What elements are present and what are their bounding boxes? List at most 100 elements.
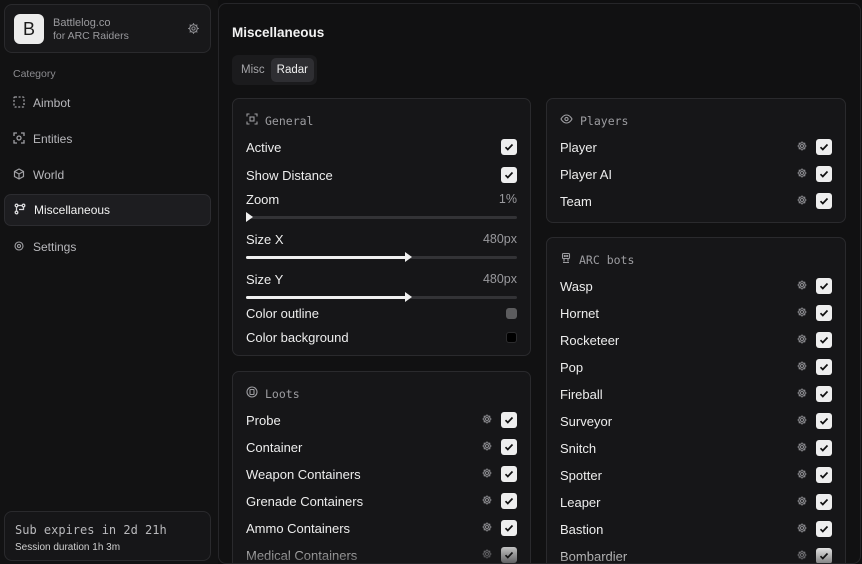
loot-checkbox[interactable] <box>501 547 517 563</box>
loot-row: Ammo Containers <box>246 518 517 538</box>
tab-misc[interactable]: Misc <box>235 58 271 82</box>
settings-gear-icon[interactable] <box>796 495 808 510</box>
loot-row: Grenade Containers <box>246 491 517 511</box>
size-y-row: Size Y 480px <box>246 269 517 289</box>
zoom-value: 1% <box>498 192 517 206</box>
loot-checkbox[interactable] <box>501 466 517 482</box>
arc-bot-checkbox[interactable] <box>816 440 832 456</box>
size-x-value: 480px <box>482 232 517 246</box>
scan-face-icon <box>13 131 33 147</box>
player-checkbox[interactable] <box>816 193 832 209</box>
arc-bot-checkbox[interactable] <box>816 386 832 402</box>
cube-icon <box>13 167 33 183</box>
active-checkbox[interactable] <box>501 139 517 155</box>
arc-bot-checkbox[interactable] <box>816 494 832 510</box>
zoom-slider-thumb[interactable] <box>246 212 253 222</box>
settings-gear-icon[interactable] <box>796 167 808 182</box>
settings-gear-icon[interactable] <box>481 440 493 455</box>
arc-bot-row: Bombardier <box>560 546 832 564</box>
sidebar-item-entities[interactable]: Entities <box>4 123 211 155</box>
sidebar-item-miscellaneous[interactable]: Miscellaneous <box>4 194 211 226</box>
card-header: Loots <box>246 386 300 401</box>
loot-checkbox[interactable] <box>501 412 517 428</box>
loot-checkbox[interactable] <box>501 439 517 455</box>
size-x-slider-thumb[interactable] <box>405 252 412 262</box>
color-outline-swatch[interactable] <box>506 307 517 319</box>
settings-gear-icon[interactable] <box>796 279 808 294</box>
players-title: Players <box>580 113 629 128</box>
arc-bot-row: Fireball <box>560 384 832 404</box>
session-card: Sub expires in 2d 21h Session duration 1… <box>4 511 211 561</box>
player-checkbox[interactable] <box>816 139 832 155</box>
color-outline-label: Color outline <box>246 305 319 321</box>
zoom-slider[interactable] <box>246 212 517 222</box>
settings-gear-icon[interactable] <box>796 333 808 348</box>
size-y-value: 480px <box>482 272 517 286</box>
loot-row: Container <box>246 437 517 457</box>
arc-bot-checkbox[interactable] <box>816 548 832 563</box>
show-distance-checkbox[interactable] <box>501 167 517 183</box>
loot-row: Medical Containers <box>246 545 517 563</box>
size-x-label: Size X <box>246 231 284 247</box>
arc-bot-checkbox[interactable] <box>816 359 832 375</box>
player-checkbox[interactable] <box>816 166 832 182</box>
arc-bot-label: Spotter <box>560 467 602 483</box>
arc-bot-label: Leaper <box>560 494 601 510</box>
card-header: General <box>246 113 313 128</box>
loot-label: Probe <box>246 412 281 428</box>
arc-bot-checkbox[interactable] <box>816 278 832 294</box>
arc-bot-label: Bastion <box>560 521 604 537</box>
arc-bot-row: Leaper <box>560 492 832 512</box>
zoom-row: Zoom 1% <box>246 189 517 209</box>
arc-bots-title: ARC bots <box>579 252 635 267</box>
settings-gear-icon[interactable] <box>796 522 808 537</box>
player-row: Player AI <box>560 164 832 184</box>
settings-gear-icon[interactable] <box>796 140 808 155</box>
settings-gear-icon[interactable] <box>481 413 493 428</box>
player-row: Player <box>560 137 832 157</box>
arc-bot-checkbox[interactable] <box>816 413 832 429</box>
settings-gear-icon[interactable] <box>796 468 808 483</box>
arc-bot-checkbox[interactable] <box>816 467 832 483</box>
settings-gear-icon[interactable] <box>796 441 808 456</box>
subscription-expiry: Sub expires in 2d 21h <box>15 523 167 537</box>
brand-settings-icon[interactable] <box>187 22 200 40</box>
category-label: Category <box>13 68 56 80</box>
settings-gear-icon[interactable] <box>796 194 808 209</box>
sidebar-item-world[interactable]: World <box>4 159 211 191</box>
arc-bot-checkbox[interactable] <box>816 521 832 537</box>
settings-gear-icon[interactable] <box>481 521 493 536</box>
settings-gear-icon[interactable] <box>796 306 808 321</box>
settings-gear-icon[interactable] <box>796 414 808 429</box>
arc-bot-checkbox[interactable] <box>816 332 832 348</box>
arc-bot-label: Rocketeer <box>560 332 620 348</box>
size-y-slider[interactable] <box>246 292 517 302</box>
loot-checkbox[interactable] <box>501 520 517 536</box>
settings-gear-icon[interactable] <box>796 387 808 402</box>
loot-checkbox[interactable] <box>501 493 517 509</box>
settings-gear-icon[interactable] <box>796 549 808 564</box>
tab-radar[interactable]: Radar <box>270 58 314 82</box>
arc-bot-row: Wasp <box>560 276 832 296</box>
arc-bot-checkbox[interactable] <box>816 305 832 321</box>
size-y-slider-thumb[interactable] <box>405 292 412 302</box>
brand-subtitle: for ARC Raiders <box>53 30 129 42</box>
gear-icon <box>13 240 33 255</box>
sidebar-item-label: Aimbot <box>33 96 71 110</box>
sidebar-item-aimbot[interactable]: Aimbot <box>4 87 211 119</box>
arc-bot-row: Snitch <box>560 438 832 458</box>
settings-gear-icon[interactable] <box>481 467 493 482</box>
zoom-label: Zoom <box>246 191 280 207</box>
arc-bot-row: Surveyor <box>560 411 832 431</box>
arc-bot-label: Fireball <box>560 386 603 402</box>
loot-label: Ammo Containers <box>246 520 351 536</box>
general-focus-icon <box>246 113 265 128</box>
settings-gear-icon[interactable] <box>481 548 493 563</box>
settings-gear-icon[interactable] <box>481 494 493 509</box>
misc-grid-icon <box>14 203 34 218</box>
color-background-swatch[interactable] <box>506 331 517 343</box>
size-x-slider[interactable] <box>246 252 517 262</box>
sidebar-item-label: Miscellaneous <box>34 203 111 217</box>
sidebar-item-settings[interactable]: Settings <box>4 231 211 263</box>
settings-gear-icon[interactable] <box>796 360 808 375</box>
